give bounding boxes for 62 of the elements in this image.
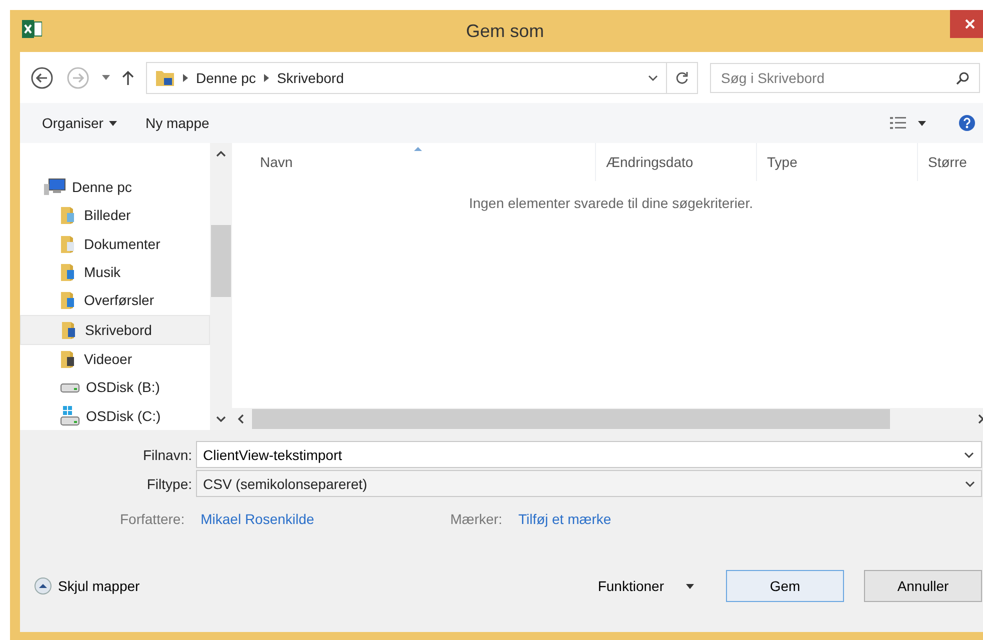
column-header[interactable]: Ændringsdato	[596, 143, 757, 181]
sidebar-item[interactable]: Musik	[20, 258, 210, 286]
sidebar-item[interactable]: Billeder	[20, 201, 210, 230]
sidebar-item[interactable]: OSDisk (C:)	[20, 402, 210, 430]
folder-icon	[155, 68, 175, 86]
tools-menu-button[interactable]: Funktioner	[592, 577, 700, 595]
scroll-down-icon[interactable]	[216, 416, 226, 422]
empty-message: Ingen elementer svarede til dine søgekriterier.	[468, 195, 754, 213]
breadcrumb-item[interactable]: Denne pc	[196, 70, 256, 86]
metadata-label: Forfattere:	[120, 511, 185, 527]
dropdown-icon[interactable]	[918, 120, 926, 126]
refresh-icon[interactable]	[675, 70, 689, 84]
chevron-right-icon[interactable]	[183, 74, 188, 82]
sidebar-item[interactable]: Skrivebord	[20, 314, 210, 345]
breadcrumb-item[interactable]: Skrivebord	[276, 70, 344, 86]
help-icon[interactable]	[958, 114, 976, 132]
collapse-icon[interactable]	[34, 577, 52, 595]
save-button[interactable]: Gem	[726, 570, 844, 602]
up-arrow-icon[interactable]	[122, 70, 134, 85]
window-title: Gem som	[464, 20, 545, 42]
view-list-icon[interactable]	[890, 116, 906, 130]
close-button[interactable]	[950, 10, 983, 38]
sidebar-item[interactable]: OSDisk (B:)	[20, 373, 210, 402]
spreadsheet-app-icon	[22, 20, 42, 38]
search-icon[interactable]	[956, 70, 970, 84]
organize-menu-button[interactable]: Organiser	[34, 111, 126, 135]
chevron-down-icon[interactable]	[964, 452, 974, 458]
scroll-left-icon[interactable]	[238, 414, 244, 424]
cancel-button[interactable]: Annuller	[864, 570, 982, 602]
scrollbar-thumb[interactable]	[252, 409, 890, 429]
computer-icon	[44, 178, 66, 196]
column-header[interactable]: Type	[757, 143, 918, 181]
scroll-up-icon[interactable]	[216, 151, 226, 157]
close-icon[interactable]	[965, 19, 975, 29]
chevron-right-icon[interactable]	[264, 74, 269, 82]
caret-icon[interactable]	[109, 120, 118, 126]
scroll-right-icon[interactable]	[978, 414, 983, 424]
metadata-link[interactable]: Tilføj et mærke	[518, 511, 612, 527]
chevron-down-icon[interactable]	[965, 480, 975, 486]
column-header[interactable]: Navn	[232, 143, 596, 181]
metadata-label: Mærker:	[450, 511, 502, 527]
file-name-field[interactable]: ClientView-tekstimport	[196, 441, 982, 468]
sidebar-item[interactable]: Videoer	[20, 344, 210, 374]
field-label: Filtype:	[146, 476, 192, 492]
search-field[interactable]: Søg i Skrivebord	[710, 62, 980, 92]
system-drive-icon	[60, 406, 80, 426]
drive-icon	[60, 381, 80, 394]
file-type-dropdown[interactable]: CSV (semikolonsepareret)	[196, 470, 982, 497]
sort-arrow-icon	[414, 147, 422, 151]
address-bar[interactable]: Denne pc Skrivebord	[146, 62, 698, 94]
sidebar-item[interactable]: Overførsler	[20, 286, 210, 315]
sidebar-item[interactable]: Denne pc	[20, 172, 210, 202]
caret-icon[interactable]	[686, 584, 694, 588]
sidebar-item[interactable]: Dokumenter	[20, 229, 210, 258]
scrollbar-thumb[interactable]	[211, 225, 231, 297]
field-label: Filnavn:	[142, 446, 192, 462]
back-icon[interactable]	[30, 66, 54, 90]
new-folder-button[interactable]: Ny mappe	[137, 111, 218, 135]
hide-folders-button[interactable]: Skjul mapper	[34, 577, 140, 595]
column-header[interactable]: Større	[918, 143, 983, 181]
metadata-link[interactable]: Mikael Rosenkilde	[200, 511, 314, 527]
chevron-down-icon[interactable]	[648, 74, 658, 80]
